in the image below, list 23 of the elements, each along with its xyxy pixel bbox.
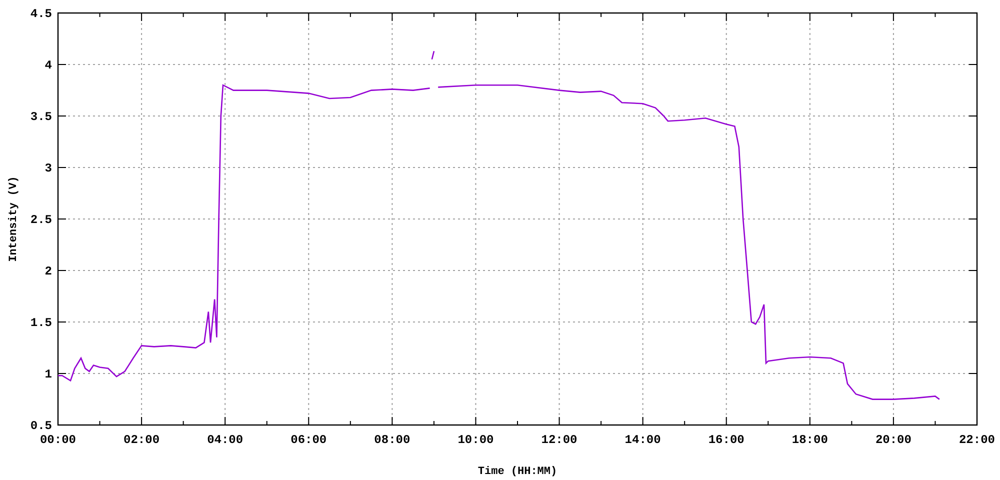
x-tick-label: 12:00	[541, 433, 578, 447]
y-tick-label: 1	[44, 368, 52, 382]
x-tick-label: 00:00	[40, 433, 76, 447]
y-axis-title: Intensity (V)	[8, 176, 20, 262]
y-tick-label: 0.5	[30, 419, 52, 433]
x-tick-label: 22:00	[959, 433, 995, 447]
x-tick-label: 10:00	[458, 433, 494, 447]
y-tick-label: 3.5	[30, 110, 52, 124]
x-tick-label: 02:00	[124, 433, 160, 447]
y-tick-label: 3	[44, 162, 52, 176]
y-tick-label: 4.5	[30, 7, 52, 21]
x-axis-title: Time (HH:MM)	[478, 466, 558, 478]
x-tick-label: 20:00	[875, 433, 912, 447]
x-tick-label: 04:00	[207, 433, 244, 447]
x-tick-label: 18:00	[792, 433, 828, 447]
x-tick-label: 14:00	[624, 433, 661, 447]
x-tick-label: 16:00	[708, 433, 744, 447]
x-tick-label: 06:00	[290, 433, 327, 447]
y-tick-label: 2.5	[30, 213, 52, 227]
y-tick-label: 4	[44, 58, 52, 72]
y-tick-label: 2	[44, 264, 52, 278]
x-tick-label: 08:00	[374, 433, 410, 447]
y-tick-label: 1.5	[30, 316, 52, 330]
